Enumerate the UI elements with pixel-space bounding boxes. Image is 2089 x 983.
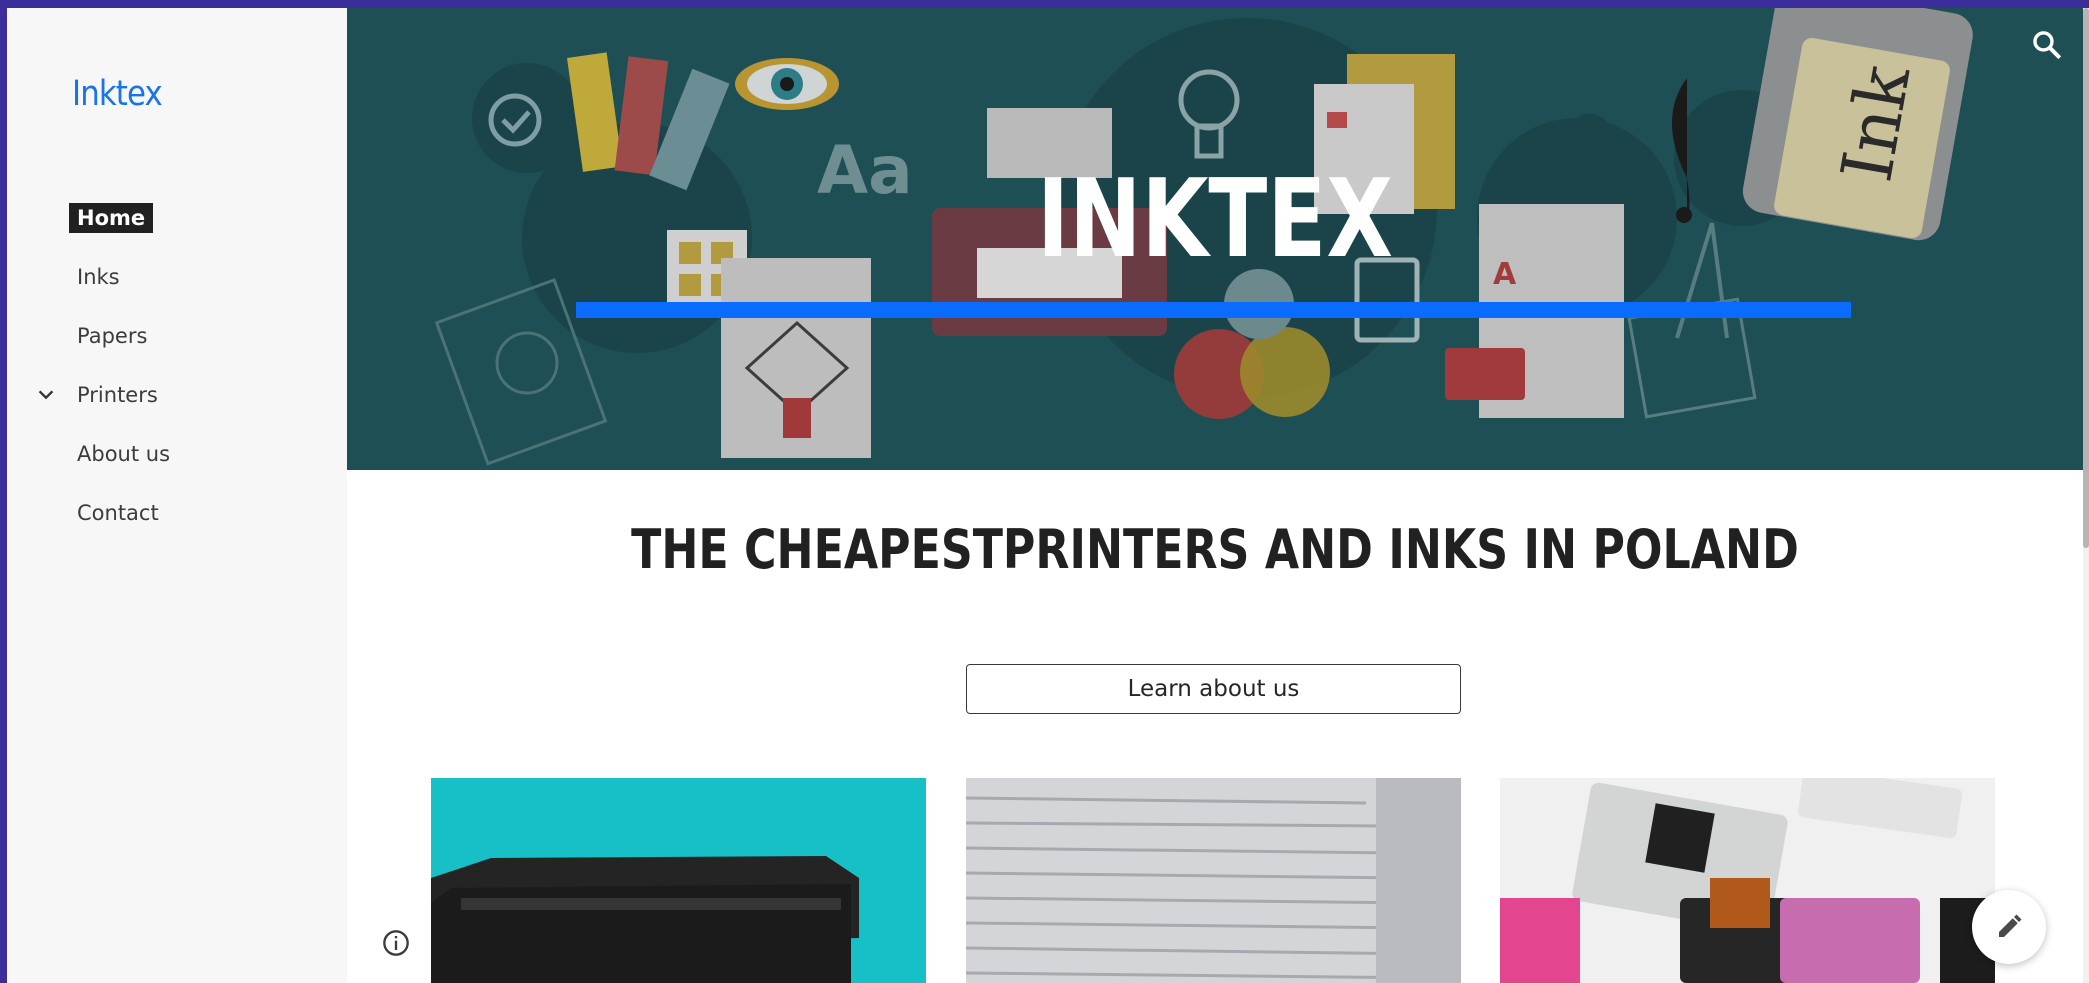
sidebar-item-papers[interactable]: Papers xyxy=(69,321,155,351)
edit-button[interactable] xyxy=(1972,890,2046,964)
paper-image-card[interactable] xyxy=(966,778,1461,983)
learn-about-us-button[interactable]: Learn about us xyxy=(966,664,1461,714)
pencil-icon xyxy=(1999,914,2022,937)
hero-title: INKTEX xyxy=(1037,157,1393,282)
sidebar-item-about-us[interactable]: About us xyxy=(69,439,178,469)
sidebar: Inktex Home Inks Papers Printers About u… xyxy=(7,8,347,983)
sidebar-item-home[interactable]: Home xyxy=(69,203,154,233)
paper-stack-image xyxy=(966,778,1461,983)
top-frame-bar xyxy=(0,0,2089,8)
site-brand-link[interactable]: Inktex xyxy=(72,74,163,114)
ink-cartridges-image xyxy=(1500,778,1995,983)
page-headline: THE CHEAPESTPRINTERS AND INKS IN POLAND xyxy=(631,518,1799,581)
info-icon[interactable] xyxy=(382,929,410,957)
left-frame-bar xyxy=(0,0,7,983)
printer-image-card[interactable] xyxy=(431,778,926,983)
printer-image xyxy=(431,778,926,983)
page-scrollbar[interactable] xyxy=(2083,8,2089,983)
scrollbar-thumb[interactable] xyxy=(2083,8,2089,548)
sidebar-item-printers[interactable]: Printers xyxy=(69,380,166,410)
sidebar-item-contact[interactable]: Contact xyxy=(69,498,167,528)
search-icon[interactable] xyxy=(2030,28,2064,62)
hero-banner: Aa A Ink INKTEX xyxy=(347,8,2083,470)
chevron-down-icon[interactable] xyxy=(35,384,57,406)
ink-cartridges-image-card[interactable] xyxy=(1500,778,1995,983)
sidebar-item-inks[interactable]: Inks xyxy=(69,262,128,292)
hero-accent-bar xyxy=(576,302,1851,318)
